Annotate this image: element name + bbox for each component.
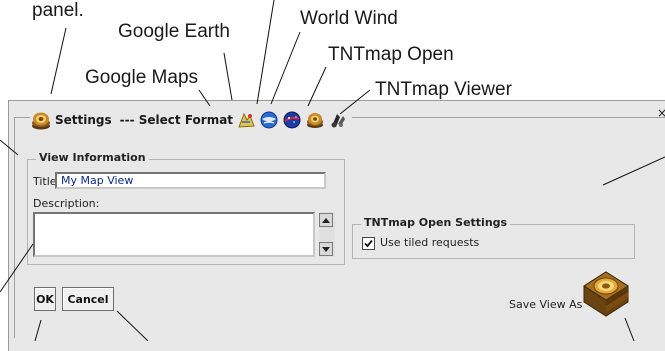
view-information-title: View Information: [36, 151, 149, 164]
ok-button[interactable]: OK: [34, 287, 56, 311]
callout-google-earth: Google Earth: [118, 21, 230, 42]
google-earth-icon[interactable]: [259, 110, 279, 130]
select-format-label: --- Select Format: [119, 113, 234, 127]
leader-panel: [50, 27, 67, 95]
settings-label[interactable]: Settings: [55, 113, 112, 127]
cancel-button[interactable]: Cancel: [62, 287, 114, 311]
description-scrollbar[interactable]: [319, 212, 335, 257]
tntmap-open-settings-title: TNTmap Open Settings: [361, 216, 511, 229]
save-view-as-label: Save View As: [509, 298, 583, 311]
description-label: Description:: [33, 197, 100, 210]
scroll-down-button[interactable]: [319, 242, 333, 256]
use-tiled-requests-checkbox[interactable]: [362, 237, 375, 250]
tntmap-open-icon[interactable]: [305, 110, 325, 130]
format-selector-row: Settings --- Select Format: [30, 106, 353, 134]
description-input[interactable]: [33, 212, 315, 257]
callout-tntmap-viewer: TNTmap Viewer: [375, 79, 512, 100]
callout-panel: panel.: [32, 0, 84, 21]
callout-tntmap-open: TNTmap Open: [328, 44, 454, 65]
leader-google-earth: [223, 52, 233, 101]
scroll-up-button[interactable]: [319, 213, 333, 227]
tntmap-viewer-icon[interactable]: [328, 110, 348, 130]
callout-world-wind: World Wind: [300, 8, 398, 29]
callout-google-maps: Google Maps: [85, 67, 199, 88]
title-input[interactable]: My Map View: [55, 172, 326, 189]
google-maps-icon[interactable]: [236, 110, 256, 130]
close-icon[interactable]: ×: [657, 106, 665, 120]
use-tiled-requests-label[interactable]: Use tiled requests: [380, 236, 479, 249]
scroll-up-icon: [322, 218, 330, 223]
settings-icon[interactable]: [30, 109, 52, 131]
leader-world-wind-top: [256, 0, 275, 105]
scroll-down-icon: [322, 247, 330, 252]
leader-world-wind: [270, 31, 301, 105]
world-wind-icon[interactable]: [282, 110, 302, 130]
save-view-as-icon[interactable]: [580, 268, 632, 320]
